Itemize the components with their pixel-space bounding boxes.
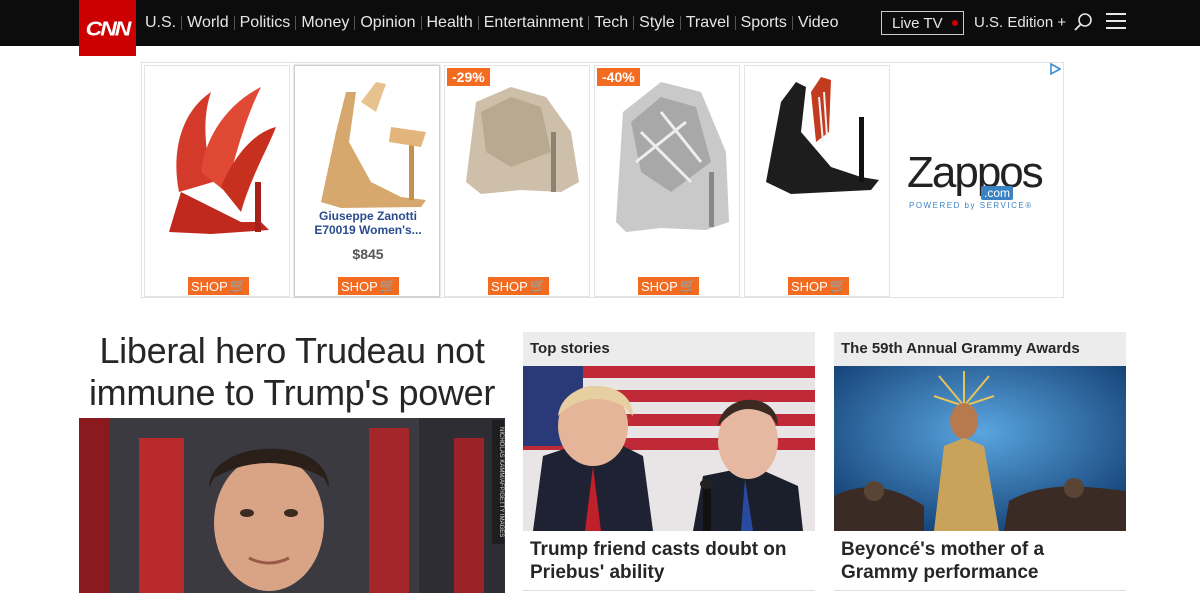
cnn-logo-text: CNN — [85, 15, 132, 40]
product-price: $845 — [352, 246, 384, 262]
shop-button[interactable]: SHOP 🛒 — [638, 277, 699, 295]
top-nav: U.S. World Politics Money Opinion Health… — [0, 0, 1200, 46]
live-tv-label: Live TV — [892, 14, 943, 32]
zappos-wordmark: Zappos — [907, 148, 1044, 197]
nav-link-opinion[interactable]: Opinion — [354, 15, 420, 31]
nav-link-health[interactable]: Health — [420, 15, 478, 31]
grammys-module: The 59th Annual Grammy Awards Beyoncé's … — [834, 332, 1126, 593]
nav-link-money[interactable]: Money — [295, 15, 354, 31]
grammys-image[interactable] — [834, 366, 1126, 531]
zappos-logo[interactable]: Zappos .com POWERED by SERVICE® — [907, 148, 1052, 210]
ad-banner[interactable]: SHOP 🛒 Giuseppe Zanotti E70019 Women's...… — [141, 62, 1064, 298]
product-shoe-image — [766, 77, 879, 194]
shop-button[interactable]: SHOP 🛒 — [338, 277, 399, 295]
nav-link-world[interactable]: World — [181, 15, 234, 31]
live-tv-button[interactable]: Live TV — [881, 11, 964, 35]
product-shoe-image — [321, 82, 426, 208]
nav-links: U.S. World Politics Money Opinion Health… — [140, 0, 843, 46]
cart-icon: 🛒 — [679, 278, 697, 293]
grammys-title[interactable]: Beyoncé's mother of a Grammy performance — [834, 531, 1126, 584]
cart-icon: 🛒 — [229, 278, 247, 293]
beyonce-photo — [834, 366, 1126, 531]
top-story-image[interactable] — [523, 366, 815, 531]
top-story-title[interactable]: Trump friend casts doubt on Priebus' abi… — [523, 531, 815, 584]
product-name[interactable]: Giuseppe Zanotti E70019 Women's... — [299, 209, 437, 237]
nav-link-sports[interactable]: Sports — [734, 15, 792, 31]
product-shoe-image — [466, 87, 579, 194]
trudeau-photo — [79, 418, 505, 593]
photo-credit: NICHOLAS KAMM/AFP/GETTY IMAGES — [492, 420, 504, 544]
ad-product-card[interactable]: Giuseppe Zanotti E70019 Women's... $845 … — [294, 65, 440, 297]
shop-button[interactable]: SHOP 🛒 — [488, 277, 549, 295]
ad-product-card[interactable]: SHOP 🛒 — [744, 65, 890, 297]
nav-link-us[interactable]: U.S. — [140, 15, 181, 31]
lead-image[interactable] — [79, 418, 505, 593]
zappos-com-label: .com — [981, 186, 1014, 200]
shop-label: SHOP — [340, 278, 378, 294]
discount-badge: -29% — [447, 68, 490, 86]
adchoices-icon[interactable] — [1049, 63, 1061, 75]
shop-button[interactable]: SHOP 🛒 — [788, 277, 849, 295]
nav-link-travel[interactable]: Travel — [679, 15, 735, 31]
cart-icon: 🛒 — [529, 278, 547, 293]
shop-label: SHOP — [190, 278, 228, 294]
nav-link-entertainment[interactable]: Entertainment — [477, 15, 589, 31]
top-stories-module: Top stories Trump friend casts doubt on … — [523, 332, 815, 593]
nav-link-video[interactable]: Video — [791, 15, 844, 31]
discount-badge: -40% — [597, 68, 640, 86]
cnn-logo[interactable]: CNN — [79, 0, 136, 56]
lead-headline[interactable]: Liberal hero Trudeau not immune to Trump… — [79, 330, 505, 414]
top-stories-header[interactable]: Top stories — [523, 332, 815, 366]
shop-label: SHOP — [490, 278, 528, 294]
ad-product-card[interactable]: -29% SHOP 🛒 — [444, 65, 590, 297]
zappos-tagline: POWERED by SERVICE® — [909, 201, 1033, 210]
ad-product-card[interactable]: -40% SHOP 🛒 — [594, 65, 740, 297]
grammys-header[interactable]: The 59th Annual Grammy Awards — [834, 332, 1126, 366]
ad-product-card[interactable]: SHOP 🛒 — [144, 65, 290, 297]
nav-link-politics[interactable]: Politics — [233, 15, 296, 31]
shop-button[interactable]: SHOP 🛒 — [188, 277, 249, 295]
nav-link-style[interactable]: Style — [633, 15, 680, 31]
cart-icon: 🛒 — [379, 278, 397, 293]
product-shoe-image — [616, 82, 729, 232]
product-shoe-image — [169, 87, 276, 234]
nav-link-tech[interactable]: Tech — [588, 15, 633, 31]
divider — [834, 590, 1126, 591]
search-icon[interactable] — [1073, 12, 1093, 32]
menu-icon[interactable] — [1106, 13, 1126, 31]
cart-icon: 🛒 — [829, 278, 847, 293]
live-indicator-dot — [951, 20, 958, 26]
shop-label: SHOP — [640, 278, 678, 294]
divider — [523, 590, 815, 591]
trump-priebus-photo — [523, 366, 815, 531]
shop-label: SHOP — [790, 278, 828, 294]
edition-picker[interactable]: U.S. Edition + — [974, 14, 1066, 31]
